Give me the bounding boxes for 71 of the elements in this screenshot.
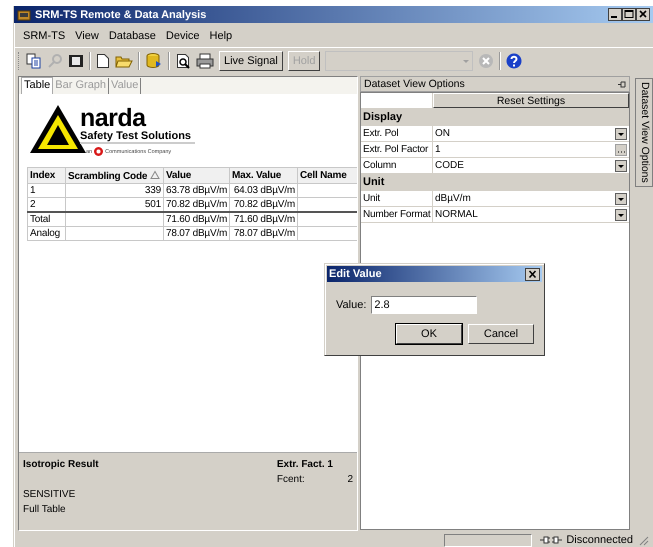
menu-item[interactable]: SRM-TS	[18, 30, 70, 42]
side-tab[interactable]: Dataset View Options	[635, 78, 653, 187]
result-label: Fcent:	[276, 474, 306, 488]
table-cell: Total	[28, 212, 66, 226]
dialog-title: Edit Value	[329, 268, 382, 280]
column-header[interactable]: Index	[28, 168, 66, 184]
pin-icon[interactable]	[617, 80, 626, 88]
preview-icon[interactable]	[175, 53, 191, 69]
database-icon[interactable]	[145, 52, 163, 70]
table-cell: 339	[66, 184, 164, 198]
result-label: Full Table	[23, 504, 67, 518]
result-label: Isotropic Result	[23, 459, 100, 472]
property-name: Column	[361, 158, 433, 173]
property-name: Extr. Pol Factor	[361, 142, 433, 157]
status-text: Disconnected	[566, 534, 633, 546]
table-cell: 71.60 dBµV/m	[164, 212, 230, 226]
logo-wordmark: narda	[80, 106, 146, 130]
menu-item[interactable]: View	[70, 30, 104, 42]
toolbar-button[interactable]: Live Signal	[219, 51, 283, 71]
table-cell: 78.07 dBµV/m	[164, 226, 230, 240]
plug-icon	[540, 535, 562, 545]
ellipsis-icon[interactable]	[615, 144, 627, 156]
table-cell: 70.82 dBµV/m	[164, 198, 230, 212]
minimize-icon[interactable]	[608, 8, 622, 21]
property-name: Extr. Pol	[361, 126, 433, 141]
table-cell: 64.03 dBµV/m	[230, 184, 298, 198]
property-value[interactable]: CODE	[435, 160, 464, 171]
field-label: Value:	[336, 299, 366, 311]
dialog-button[interactable]: OK	[396, 324, 462, 344]
property-value[interactable]: NORMAL	[435, 209, 478, 220]
resize-grip-icon[interactable]	[637, 534, 649, 546]
table-cell: 78.07 dBµV/m	[230, 226, 298, 240]
help-icon[interactable]	[506, 53, 522, 69]
result-label: SENSITIVE	[23, 489, 76, 502]
property-name: Unit	[361, 191, 433, 206]
column-header[interactable]: Value	[164, 168, 230, 184]
new-page-icon[interactable]	[96, 53, 110, 69]
menu-item[interactable]: Device	[160, 30, 205, 42]
column-header[interactable]: Cell Name	[298, 168, 357, 184]
property-name: Number Format	[361, 207, 433, 222]
logo-tagline: Safety Test Solutions	[80, 130, 196, 144]
app-icon	[17, 8, 31, 20]
table-cell: 63.78 dBµV/m	[164, 184, 230, 198]
section-header: Unit	[361, 174, 629, 191]
menu-item[interactable]: Database	[104, 30, 161, 42]
value-field[interactable]: 2.8	[371, 296, 478, 314]
copy-icon[interactable]	[26, 53, 42, 69]
close-icon[interactable]	[636, 8, 650, 21]
sort-ascending-icon[interactable]	[150, 170, 160, 180]
panel-title: Dataset View Options	[364, 78, 465, 90]
property-value[interactable]: dBµV/m	[435, 193, 471, 204]
printer-icon[interactable]	[196, 53, 214, 69]
section-header: Display	[361, 109, 629, 126]
result-label: Extr. Fact. 1	[276, 459, 333, 472]
tab[interactable]: Table	[21, 77, 54, 94]
result-label: 2	[346, 474, 353, 488]
window-title: SRM-TS Remote & Data Analysis	[35, 8, 208, 20]
reset-settings-button[interactable]: Reset Settings	[433, 93, 629, 108]
close-icon[interactable]	[525, 268, 540, 280]
property-value[interactable]: 1	[435, 144, 441, 155]
company-logo-icon	[94, 147, 104, 156]
maximize-icon[interactable]	[622, 8, 636, 21]
column-header[interactable]: Max. Value	[230, 168, 298, 184]
table-cell: 71.60 dBµV/m	[230, 212, 298, 226]
dialog-button[interactable]: Cancel	[468, 324, 534, 344]
table-cell: Analog	[28, 226, 66, 240]
menu-item[interactable]: Help	[204, 30, 238, 42]
table-cell: 1	[28, 184, 66, 198]
table-cell: 2	[28, 198, 66, 212]
property-value[interactable]: ON	[435, 128, 450, 139]
column-header[interactable]: Scrambling Code	[66, 168, 164, 184]
